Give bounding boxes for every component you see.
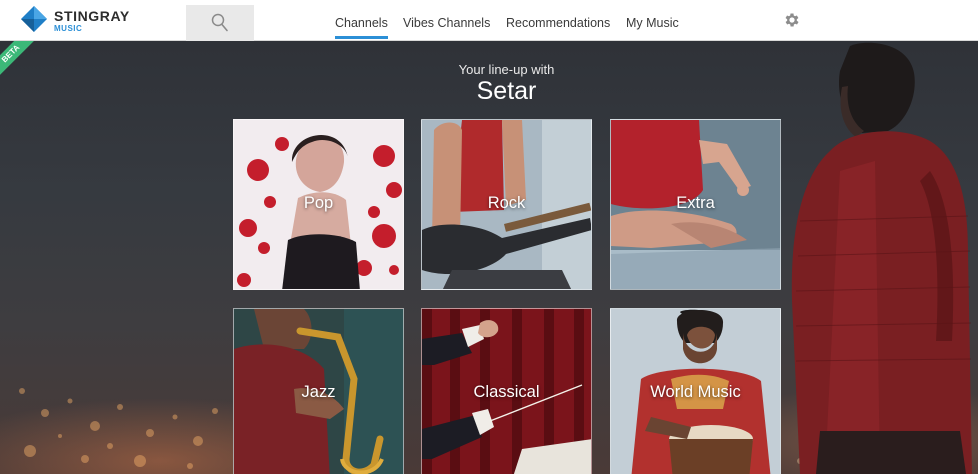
tile-label-jazz: Jazz — [301, 383, 336, 401]
tile-label-classical: Classical — [473, 383, 540, 401]
search-button[interactable] — [186, 5, 254, 41]
tile-label-pop: Pop — [303, 194, 334, 212]
channel-tile-classical[interactable]: Classical — [421, 308, 592, 474]
tab-vibes-channels[interactable]: Vibes Channels — [403, 16, 490, 30]
channel-tile-jazz[interactable]: Jazz — [233, 308, 404, 474]
tab-recommendations[interactable]: Recommendations — [506, 16, 610, 30]
channel-tile-pop[interactable]: Pop — [233, 119, 404, 290]
logo-subtitle: MUSIC — [54, 24, 83, 33]
stingray-logo[interactable]: STINGRAY MUSIC — [20, 4, 170, 36]
search-icon — [211, 13, 228, 32]
top-bar: STINGRAY MUSIC Channels Vibes Channels R… — [0, 0, 978, 41]
channel-tile-rock[interactable]: Rock — [421, 119, 592, 290]
provider-title: Setar — [476, 77, 537, 105]
stingray-logo-icon — [21, 6, 47, 32]
tile-label-extra: Extra — [676, 194, 715, 212]
lineup-subtitle: Your line-up with — [458, 62, 555, 77]
channels-hero: BETA Your line-up with Setar Pop Rock Ex… — [0, 41, 978, 474]
tile-label-world-music: World Music — [650, 383, 741, 401]
tab-channels[interactable]: Channels — [335, 16, 388, 39]
tile-label-rock: Rock — [487, 194, 526, 212]
channel-tile-world-music[interactable]: World Music — [610, 308, 781, 474]
tab-my-music[interactable]: My Music — [626, 16, 679, 30]
gear-icon[interactable] — [783, 11, 801, 29]
logo-wordmark: STINGRAY — [54, 8, 130, 24]
channel-tile-extra[interactable]: Extra — [610, 119, 781, 290]
